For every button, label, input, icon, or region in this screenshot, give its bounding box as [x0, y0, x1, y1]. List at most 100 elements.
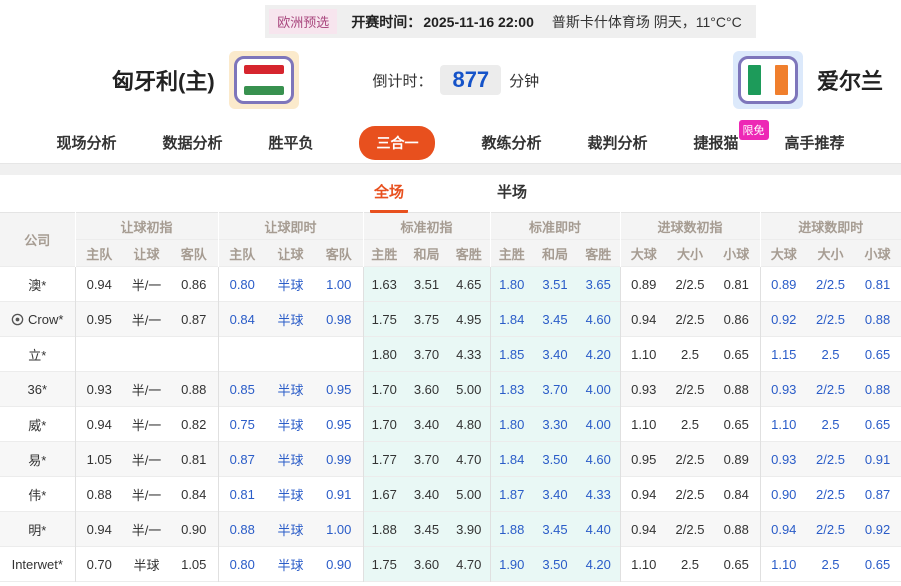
odds-cell: 半/一: [131, 277, 162, 293]
company-name: 36*: [27, 381, 48, 397]
period-tab-1[interactable]: 半场: [493, 175, 531, 213]
odds-cell: 1.75: [362, 301, 405, 337]
odds-cell: 0.87: [170, 301, 218, 337]
company-cell: Interwet*: [0, 547, 75, 582]
sub-column-header: 大小: [807, 239, 855, 267]
match-info-strip: 欧洲预选 开赛时间： 2025-11-16 22:00 普斯卡什体育场 阴天，1…: [265, 5, 756, 38]
odds-cell: 1.00: [315, 511, 363, 547]
sub-column-header: 和局: [405, 239, 448, 267]
countdown-unit: 分钟: [509, 72, 540, 90]
nav-tab-0[interactable]: 现场分析: [56, 132, 116, 153]
nav-tab-7[interactable]: 高手推荐: [785, 132, 845, 153]
company-cell: Crow*: [0, 301, 75, 337]
odds-cell: 4.70: [448, 546, 490, 582]
odds-cell: 0.89: [619, 266, 667, 302]
group-header: 让球初指: [74, 212, 218, 240]
odds-cell: 0.95: [315, 371, 363, 407]
odds-cell: 0.95: [74, 301, 123, 337]
table-row: 36* 0.93 半/一 0.88 0.85 半球 0.95 1.70 3.60 5.00 1.83…: [0, 371, 901, 407]
home-team-name: 匈牙利(主): [112, 69, 215, 94]
group-header: 让球即时: [217, 212, 363, 240]
nav-tab-6[interactable]: 捷报猫 限免: [694, 120, 769, 153]
odds-cell: 0.94: [74, 266, 123, 302]
group-header: 进球数即时: [759, 212, 901, 240]
sub-column-header: 和局: [533, 239, 577, 267]
nav-tabs: 现场分析 数据分析 胜平负 三合一 教练分析 裁判分析 捷报猫 限免 高手推荐: [0, 120, 901, 164]
odds-cell: [266, 337, 315, 372]
top-info-bar: 欧洲预选 开赛时间： 2025-11-16 22:00 普斯卡什体育场 阴天，1…: [0, 0, 901, 38]
sub-column-header: 让球: [123, 239, 170, 267]
odds-cell: 0.90: [326, 556, 352, 572]
away-team-side: 爱尔兰: [732, 51, 883, 109]
odds-cell: 0.87: [217, 441, 266, 477]
odds-cell: 3.51: [405, 266, 448, 302]
odds-cell: 1.00: [326, 276, 352, 292]
odds-cell: [217, 336, 266, 372]
odds-cell: 0.80: [217, 266, 266, 302]
nav-tab-label: 高手推荐: [784, 135, 845, 152]
odds-cell: 3.90: [448, 511, 490, 547]
odds-cell: 0.95: [326, 416, 352, 432]
odds-cell: 1.85: [489, 336, 533, 372]
odds-cell: 4.33: [448, 336, 490, 372]
odds-cell: 2.5: [680, 346, 700, 362]
odds-cell: 2.5: [821, 556, 840, 572]
sub-column-header: 小球: [854, 239, 901, 267]
away-team-name: 爱尔兰: [816, 69, 883, 94]
odds-cell: 0.88: [74, 476, 123, 512]
nav-tab-label: 数据分析: [162, 135, 223, 152]
sub-column-header: 大球: [759, 239, 808, 267]
odds-cell: 0.81: [864, 276, 891, 292]
odds-cell: 2.5: [680, 416, 700, 432]
odds-cell: 2/2.5: [807, 441, 855, 477]
sub-column-header: 客胜: [577, 239, 620, 267]
company-name: 明*: [28, 522, 47, 538]
odds-cell: 1.70: [362, 371, 405, 407]
odds-cell: 0.95: [619, 441, 667, 477]
odds-cell: 2/2.5: [667, 301, 713, 337]
odds-cell: 2/2.5: [807, 511, 855, 547]
odds-cell: 3.40: [405, 476, 448, 512]
odds-cell: 4.95: [448, 301, 490, 337]
sub-column-header: 客胜: [448, 239, 490, 267]
hungary-flag-icon: [228, 51, 299, 109]
nav-tab-label: 现场分析: [56, 135, 117, 152]
odds-cell: 1.10: [619, 546, 667, 582]
odds-cell: 0.90: [759, 476, 808, 512]
odds-cell: 1.84: [489, 301, 533, 337]
odds-cell: 3.60: [405, 371, 448, 407]
countdown-label: 倒计时：: [372, 72, 433, 90]
company-name: Crow*: [28, 311, 64, 327]
odds-cell: 5.00: [448, 371, 490, 407]
odds-cell: 0.84: [723, 486, 749, 502]
ireland-flag-icon: [732, 51, 803, 109]
nav-tab-1[interactable]: 数据分析: [162, 132, 222, 153]
sub-column-header: 主队: [74, 239, 123, 267]
odds-cell: 0.91: [326, 486, 352, 502]
odds-cell: 半球: [277, 277, 304, 293]
company-cell: 伟*: [0, 477, 75, 512]
company-name: 伟*: [28, 487, 47, 503]
odds-cell: 1.63: [362, 266, 405, 302]
odds-cell: 0.65: [864, 346, 891, 362]
odds-cell: 0.65: [723, 556, 749, 572]
odds-cell: 0.80: [217, 546, 266, 582]
period-tab-0[interactable]: 全场: [369, 175, 408, 213]
odds-cell: 0.94: [74, 406, 123, 442]
odds-cell: 0.88: [854, 301, 901, 337]
nav-tab-3[interactable]: 三合一: [359, 125, 436, 160]
venue-weather: 普斯卡什体育场 阴天，11°C°C: [551, 13, 742, 30]
nav-tab-5[interactable]: 裁判分析: [588, 132, 648, 153]
nav-tab-4[interactable]: 教练分析: [481, 132, 541, 153]
odds-cell: 4.20: [577, 546, 620, 582]
odds-cell: 0.99: [315, 441, 363, 477]
odds-cell: 0.89: [759, 266, 808, 302]
odds-cell: 0.88: [713, 371, 761, 407]
odds-cell: 3.70: [533, 371, 577, 407]
section-divider: [0, 164, 901, 175]
nav-tab-2[interactable]: 胜平负: [268, 132, 313, 153]
odds-cell: 半球: [266, 441, 315, 477]
countdown-value: 877: [440, 65, 502, 95]
odds-cell: 4.60: [577, 441, 620, 477]
odds-cell: 3.50: [533, 441, 577, 477]
